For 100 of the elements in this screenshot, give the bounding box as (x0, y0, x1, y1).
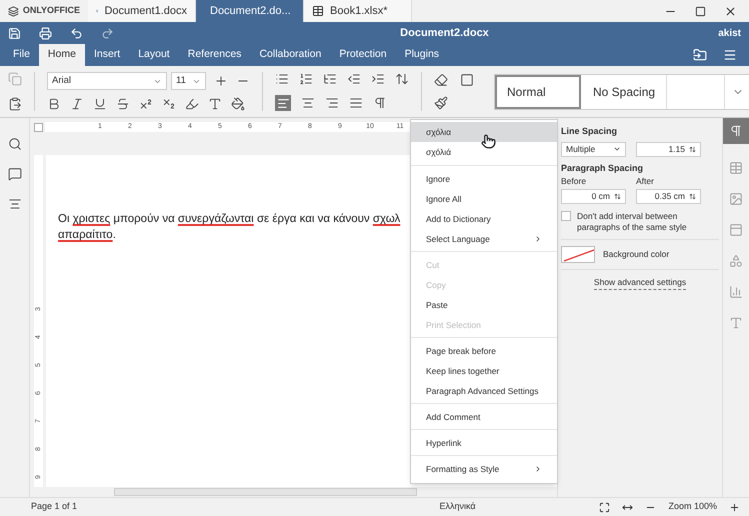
zoom-level: Zoom 100% (668, 500, 717, 514)
search-icon[interactable] (8, 137, 22, 151)
increase-indent-icon[interactable] (371, 72, 385, 86)
checkbox-label: Don't add interval between paragraphs of the same style (577, 210, 688, 233)
menu-item[interactable]: Keep lines together (411, 361, 557, 381)
style-preset[interactable]: No Spacing (581, 74, 667, 108)
save-icon[interactable] (8, 26, 21, 40)
style-preset[interactable]: Normal (495, 74, 581, 108)
menu-item[interactable]: σχόλια (411, 122, 557, 142)
superscript-icon[interactable] (139, 97, 153, 111)
ribbon-tab[interactable]: Plugins (396, 44, 448, 66)
ribbon-tab[interactable]: Insert (84, 44, 130, 66)
shapes-icon (729, 254, 743, 268)
ribbon-tab[interactable]: References (178, 44, 250, 66)
paste-icon[interactable] (8, 97, 22, 111)
line-spacing-field[interactable]: 1.15 (636, 142, 701, 156)
logo-icon (8, 6, 19, 16)
user-name: akist (717, 26, 741, 40)
close-icon[interactable] (724, 4, 737, 18)
undo-icon[interactable] (70, 26, 83, 40)
line-spacing-type-select[interactable]: Multiple (561, 142, 626, 156)
app-logo-text: ONLYOFFICE (22, 4, 80, 18)
align-left-button[interactable] (275, 95, 291, 111)
ribbon-tab[interactable]: Home (38, 44, 85, 66)
page-count: Page 1 of 1 (31, 500, 78, 514)
document-tab[interactable]: Document2.do... (196, 0, 304, 22)
bold-icon[interactable] (47, 97, 61, 111)
font-name-field[interactable]: Arial (47, 72, 167, 90)
hand-cursor-icon (481, 134, 496, 149)
text-art-icon (729, 316, 743, 330)
spacing-after-field[interactable]: 0.35 cm (636, 188, 701, 204)
menu-item[interactable]: Ignore (411, 169, 557, 189)
menu-item[interactable]: Paste (411, 295, 557, 315)
background-color-label: Background color (603, 248, 670, 261)
maximize-icon[interactable] (695, 6, 706, 16)
menu-item[interactable]: Select Language (411, 229, 557, 249)
menu-item[interactable]: Add to Dictionary (411, 209, 557, 229)
font-color-icon[interactable] (208, 97, 222, 111)
document-tab[interactable]: Document1.docx (88, 0, 196, 22)
print-icon[interactable] (39, 26, 52, 40)
field-label: After (636, 175, 654, 188)
settings-tab[interactable] (722, 118, 749, 144)
menu-item[interactable]: Paragraph Advanced Settings (411, 381, 557, 401)
italic-icon[interactable] (70, 97, 84, 111)
chevron-down-icon[interactable] (613, 145, 621, 153)
paragraph-line: Οι χριστες μπορούν να συνεργάζωνται σε έργα και να κάνουν σχωλ (58, 212, 400, 227)
menu-item[interactable]: Add Comment (411, 407, 557, 427)
advanced-settings-link[interactable]: Show advanced settings (594, 276, 686, 290)
decrease-indent-icon[interactable] (347, 72, 361, 86)
menu-item[interactable]: Formatting as Style (411, 459, 557, 479)
spacing-before-field[interactable]: 0 cm (561, 188, 626, 204)
menu-icon[interactable] (723, 48, 737, 62)
ribbon-tab[interactable]: File (4, 44, 39, 66)
document-tab[interactable]: Book1.xlsx* (304, 0, 412, 22)
redo-icon[interactable] (101, 26, 114, 40)
image-icon (729, 192, 743, 206)
fit-page-icon[interactable] (599, 502, 610, 512)
spreadsheet-icon (312, 5, 324, 17)
zoom-in-icon[interactable] (729, 502, 740, 512)
section-label: Line Spacing (561, 125, 618, 138)
page-icon (729, 223, 743, 237)
underline-icon[interactable] (93, 97, 107, 111)
align-center-icon[interactable] (301, 96, 315, 110)
document-title: Document2.docx (399, 26, 490, 41)
copy-style-icon[interactable] (434, 96, 448, 110)
open-location-icon[interactable] (693, 48, 707, 62)
horizontal-scrollbar[interactable] (114, 488, 417, 496)
clear-style-icon[interactable] (434, 73, 448, 87)
spinner-icon[interactable] (689, 192, 696, 200)
bar-chart-icon (729, 285, 743, 299)
justify-icon[interactable] (349, 96, 363, 110)
menu-item[interactable]: Page break before (411, 341, 557, 361)
numbering-icon[interactable] (299, 72, 313, 86)
subscript-icon[interactable] (162, 97, 176, 111)
shading-icon[interactable] (231, 97, 245, 111)
align-right-icon[interactable] (325, 96, 339, 110)
checkbox[interactable] (561, 210, 571, 221)
paragraph-marks-icon[interactable] (373, 96, 387, 110)
menu-item[interactable]: Ignore All (411, 189, 557, 209)
highlight-icon[interactable] (185, 97, 199, 111)
font-size-field[interactable]: 11 (171, 72, 206, 90)
spinner-icon[interactable] (689, 146, 696, 152)
paragraph-line: απαραίτιτο. (58, 228, 116, 243)
language-label[interactable]: Ελληνικά (439, 500, 600, 514)
line-spacing-icon[interactable] (395, 72, 409, 86)
no-color-swatch[interactable] (561, 246, 595, 263)
multilevel-list-icon[interactable] (323, 72, 337, 86)
color-scheme-icon[interactable] (460, 73, 474, 87)
comment-icon[interactable] (8, 167, 22, 181)
navigation-icon[interactable] (8, 197, 22, 211)
strikethrough-icon[interactable] (116, 97, 130, 111)
paragraph-icon (729, 124, 743, 138)
ribbon-tab[interactable]: Protection (330, 44, 396, 66)
spinner-icon[interactable] (614, 192, 621, 200)
section-label: Paragraph Spacing (561, 162, 644, 175)
menu-item[interactable]: Hyperlink (411, 433, 557, 453)
increase-font-icon[interactable] (214, 74, 228, 88)
field-label: Before (561, 175, 588, 188)
ribbon-tab[interactable]: Collaboration (250, 44, 330, 66)
ribbon-tab[interactable]: Layout (129, 44, 179, 66)
